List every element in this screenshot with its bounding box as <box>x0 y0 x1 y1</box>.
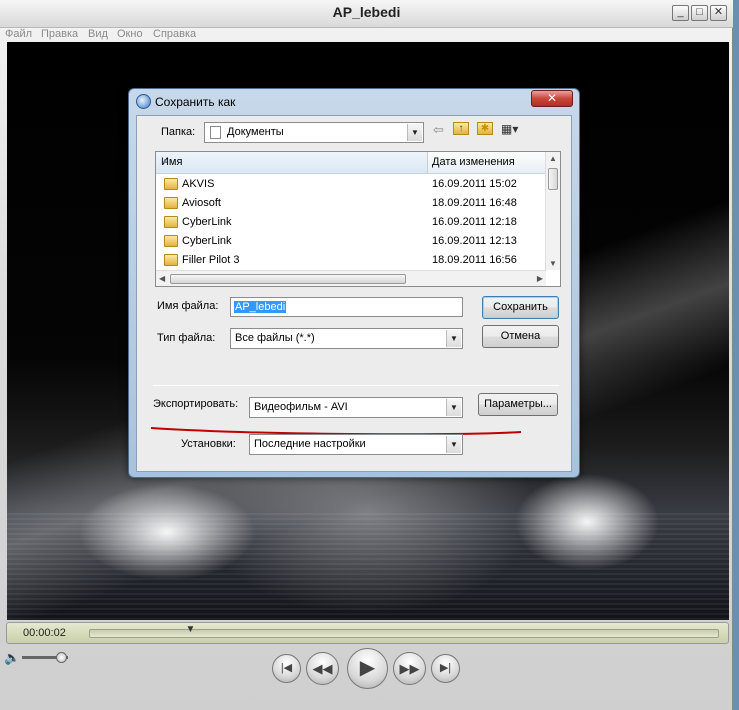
file-date: 16.09.2011 12:18 <box>432 216 517 228</box>
file-date: 16.09.2011 12:13 <box>432 235 517 247</box>
file-name: CyberLink <box>182 216 232 228</box>
menu-help[interactable]: Справка <box>153 28 196 40</box>
minimize-button[interactable]: _ <box>672 5 689 21</box>
filename-value: AP_lebedi <box>234 301 287 313</box>
folder-combo[interactable]: Документы ▼ <box>204 122 424 143</box>
video-water-reflection <box>7 510 729 620</box>
menu-window[interactable]: Окно <box>117 28 143 40</box>
chevron-down-icon[interactable]: ▼ <box>407 124 422 141</box>
save-button[interactable]: Сохранить <box>482 296 559 319</box>
column-date[interactable]: Дата изменения <box>432 156 515 168</box>
skip-back-icon[interactable]: |◀ <box>272 654 301 683</box>
save-as-dialog: Сохранить как ✕ Папка: Документы ▼ ⇦ ↑ ✱… <box>128 88 580 478</box>
file-date: 18.09.2011 16:48 <box>432 197 517 209</box>
divider <box>153 385 559 386</box>
skip-forward-icon[interactable]: ▶| <box>431 654 460 683</box>
maximize-button[interactable]: □ <box>691 5 708 21</box>
window-titlebar[interactable]: AP_lebedi _ □ ✕ <box>0 0 733 28</box>
time-bar: 00:00:02 ▼ <box>6 622 729 644</box>
scroll-down-icon[interactable]: ▼ <box>549 259 557 268</box>
play-icon[interactable]: ▶ <box>347 648 388 689</box>
current-time: 00:00:02 <box>23 627 66 639</box>
sort-ascending-icon: ▲ <box>161 156 169 165</box>
close-button[interactable]: ✕ <box>710 5 727 21</box>
back-arrow-icon[interactable]: ⇦ <box>433 122 444 138</box>
file-name: Filler Pilot 3 <box>182 254 240 266</box>
new-folder-icon[interactable]: ✱ <box>477 122 493 135</box>
filename-label: Имя файла: <box>157 300 219 312</box>
horizontal-scroll-thumb[interactable] <box>170 274 406 284</box>
playhead-icon[interactable]: ▼ <box>185 625 195 637</box>
playback-controls: 🔈 |◀ ◀◀ ▶ ▶▶ ▶| <box>0 646 733 710</box>
settings-label: Установки: <box>181 438 236 450</box>
list-item[interactable]: CyberLink 16.09.2011 12:13 <box>156 232 546 251</box>
menu-edit[interactable]: Правка <box>41 28 78 40</box>
chevron-down-icon[interactable]: ▼ <box>446 436 461 453</box>
folder-icon <box>164 216 178 228</box>
dialog-close-button[interactable]: ✕ <box>531 90 573 107</box>
app-icon <box>136 94 151 109</box>
folder-icon <box>164 197 178 209</box>
list-item[interactable]: AKVIS 16.09.2011 15:02 <box>156 175 546 194</box>
export-label: Экспортировать: <box>153 398 239 410</box>
menu-view[interactable]: Вид <box>88 28 108 40</box>
chevron-down-icon[interactable]: ▼ <box>446 330 461 347</box>
settings-combo[interactable]: Последние настройки ▼ <box>249 434 463 455</box>
filetype-value: Все файлы (*.*) <box>235 332 315 344</box>
folder-value: Документы <box>227 126 284 138</box>
volume-knob[interactable] <box>56 652 68 663</box>
settings-value: Последние настройки <box>254 438 366 450</box>
up-folder-icon[interactable]: ↑ <box>453 122 469 135</box>
volume-slider[interactable] <box>22 652 68 663</box>
list-item[interactable]: CyberLink 16.09.2011 12:18 <box>156 213 546 232</box>
folder-icon <box>164 254 178 266</box>
folder-label: Папка: <box>161 126 196 138</box>
scroll-left-icon[interactable]: ◀ <box>159 274 165 283</box>
dialog-body: Папка: Документы ▼ ⇦ ↑ ✱ ▦▾ Имя ▲ Дата и… <box>136 115 572 472</box>
column-name[interactable]: Имя ▲ <box>156 152 428 173</box>
vertical-scrollbar[interactable]: ▲ ▼ <box>545 152 560 270</box>
file-list[interactable]: Имя ▲ Дата изменения AKVIS 16.09.2011 15:… <box>155 151 561 287</box>
scroll-up-icon[interactable]: ▲ <box>549 154 557 163</box>
rewind-icon[interactable]: ◀◀ <box>306 652 339 685</box>
window-title: AP_lebedi <box>332 4 401 20</box>
file-name: Aviosoft <box>182 197 221 209</box>
file-list-header: Имя ▲ Дата изменения <box>156 152 546 174</box>
scroll-right-icon[interactable]: ▶ <box>537 274 543 283</box>
file-name: AKVIS <box>182 178 215 190</box>
cancel-button[interactable]: Отмена <box>482 325 559 348</box>
menu-file[interactable]: Файл <box>5 28 32 40</box>
horizontal-scrollbar[interactable]: ◀ ▶ <box>156 270 546 286</box>
vertical-scroll-thumb[interactable] <box>548 168 558 190</box>
file-date: 16.09.2011 15:02 <box>432 178 517 190</box>
menu-bar: Файл Правка Вид Окно Справка <box>0 28 733 42</box>
document-icon <box>210 126 221 139</box>
list-item[interactable]: Filler Pilot 3 18.09.2011 16:56 <box>156 251 546 270</box>
dialog-title: Сохранить как <box>155 95 236 109</box>
filetype-label: Тип файла: <box>157 332 216 344</box>
folder-icon <box>164 178 178 190</box>
filename-field[interactable]: AP_lebedi <box>230 297 463 317</box>
folder-icon <box>164 235 178 247</box>
filetype-combo[interactable]: Все файлы (*.*) ▼ <box>230 328 463 349</box>
seek-track[interactable]: ▼ <box>89 625 719 638</box>
views-menu-icon[interactable]: ▦▾ <box>501 122 518 136</box>
speaker-icon[interactable]: 🔈 <box>4 650 20 666</box>
list-item[interactable]: Aviosoft 18.09.2011 16:48 <box>156 194 546 213</box>
file-date: 18.09.2011 16:56 <box>432 254 517 266</box>
fast-forward-icon[interactable]: ▶▶ <box>393 652 426 685</box>
file-name: CyberLink <box>182 235 232 247</box>
